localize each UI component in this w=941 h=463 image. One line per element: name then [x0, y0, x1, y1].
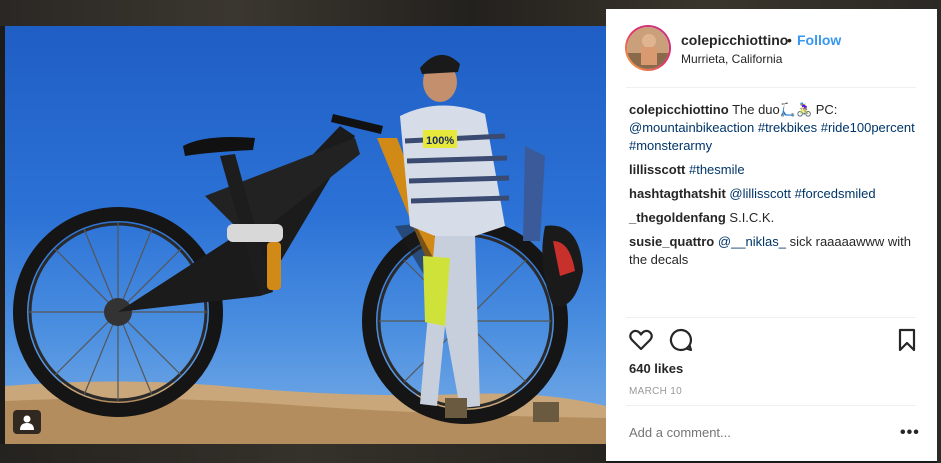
comment-text: S.I.C.K. — [729, 210, 775, 225]
post-header: colepicchiottino • Follow Murrieta, Cali… — [606, 9, 937, 87]
comment-item: hashtagthatshit @lillisscott #forcedsmil… — [629, 185, 919, 203]
caption: colepicchiottino The duo🛴🚴🏼‍♀️ PC: @moun… — [629, 101, 919, 155]
comment-divider — [626, 405, 916, 406]
add-comment-input[interactable] — [629, 425, 879, 440]
background-strip-bottom — [0, 444, 606, 463]
comment-username[interactable]: susie_quattro — [629, 234, 714, 249]
comment-bubble-icon[interactable] — [668, 327, 694, 353]
comment-item: _thegoldenfang S.I.C.K. — [629, 209, 919, 227]
caption-hashtag[interactable]: #ride100percent — [821, 120, 915, 135]
separator-dot: • — [787, 32, 792, 48]
heart-icon[interactable] — [628, 327, 654, 353]
post-photo[interactable]: 100% — [5, 26, 606, 444]
jersey-logo-text: 100% — [426, 135, 454, 147]
caption-hashtag[interactable]: #monsterarmy — [629, 138, 712, 153]
comment-mention[interactable]: @__niklas_ — [718, 234, 786, 249]
avatar[interactable] — [627, 27, 669, 69]
post-side-panel: colepicchiottino • Follow Murrieta, Cali… — [606, 9, 937, 461]
header-divider — [626, 87, 916, 88]
caption-text: The duo🛴🚴🏼‍♀️ PC: — [732, 102, 838, 117]
comment-hashtag[interactable]: #thesmile — [689, 162, 745, 177]
post-date: MARCH 10 — [629, 386, 682, 397]
likes-count[interactable]: 640 likes — [629, 361, 683, 376]
comment-username[interactable]: hashtagthatshit — [629, 186, 726, 201]
actions-divider — [626, 317, 916, 318]
background-strip-right — [937, 0, 941, 463]
avatar-ring[interactable] — [625, 25, 671, 71]
post-location[interactable]: Murrieta, California — [681, 52, 782, 66]
more-options-icon[interactable]: ••• — [900, 424, 920, 442]
comment-username[interactable]: lillisscott — [629, 162, 685, 177]
comment-username[interactable]: _thegoldenfang — [629, 210, 726, 225]
comment-item: lillisscott #thesmile — [629, 161, 919, 179]
tagged-user-icon[interactable] — [13, 410, 41, 434]
caption-username[interactable]: colepicchiottino — [629, 102, 729, 117]
caption-mention[interactable]: @mountainbikeaction — [629, 120, 754, 135]
comment-hashtag[interactable]: #forcedsmiled — [795, 186, 876, 201]
bookmark-icon[interactable] — [894, 327, 920, 353]
caption-hashtag[interactable]: #trekbikes — [758, 120, 817, 135]
post-username[interactable]: colepicchiottino — [681, 32, 788, 48]
comment-item: susie_quattro @__niklas_ sick raaaaawww … — [629, 233, 919, 269]
comment-mention[interactable]: @lillisscott — [729, 186, 791, 201]
comments-list: colepicchiottino The duo🛴🚴🏼‍♀️ PC: @moun… — [629, 101, 919, 275]
follow-button[interactable]: Follow — [797, 32, 841, 48]
photo-illustration: 100% — [5, 54, 606, 444]
